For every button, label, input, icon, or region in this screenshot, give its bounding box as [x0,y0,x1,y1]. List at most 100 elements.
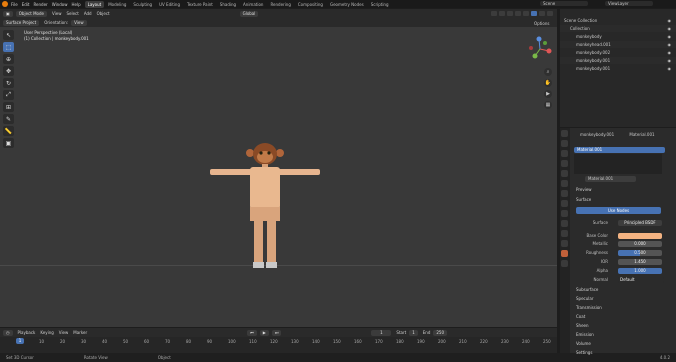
outliner-row[interactable]: monkeybody.001 ◉ [560,57,676,64]
overlay-toggle-icon[interactable] [507,11,513,16]
tool-tab-icon[interactable] [561,130,568,137]
visibility-icon[interactable] [491,11,497,16]
particles-tab-icon[interactable] [561,210,568,217]
annotate-tool-icon[interactable]: ✎ [3,114,14,124]
y-axis-icon[interactable] [532,53,538,59]
menu-keying[interactable]: Keying [40,330,53,335]
play-button[interactable]: ▶ [259,329,269,336]
scene-tab-icon[interactable] [561,170,568,177]
visibility-eye-icon[interactable]: ◉ [668,65,672,72]
x-axis-icon[interactable] [546,48,552,54]
material-slot-item[interactable]: Material.001 [574,147,665,153]
cursor-tool-icon[interactable]: ⊕ [3,54,14,64]
select-box-tool-icon[interactable]: ⬚ [3,42,14,52]
workspace-tab-compositing[interactable]: Compositing [295,1,326,8]
surface-project-toggle[interactable]: Surface Project [3,19,40,26]
base-color-swatch[interactable] [618,233,662,239]
workspace-tab-modeling[interactable]: Modeling [105,1,129,8]
visibility-eye-icon[interactable]: ◉ [668,49,672,56]
output-tab-icon[interactable] [561,150,568,157]
rotate-tool-icon[interactable]: ↻ [3,78,14,88]
preview-section[interactable]: Preview [576,187,592,192]
panel-section[interactable]: Specular [576,296,593,301]
end-frame-field[interactable]: 250 [433,329,447,336]
metallic-field[interactable]: 0.000 [618,241,662,247]
workspace-tab-rendering[interactable]: Rendering [267,1,293,8]
workspace-tab-texture-paint[interactable]: Texture Paint [184,1,216,8]
panel-section[interactable]: Subsurface [576,287,598,292]
menu-add[interactable]: Add [84,11,92,16]
physics-tab-icon[interactable] [561,220,568,227]
jump-start-button[interactable]: ⏮ [247,329,257,336]
menu-object[interactable]: Object [97,11,110,16]
material-name-field[interactable]: Material.001 [585,176,636,182]
modifier-tab-icon[interactable] [561,200,568,207]
neg-y-axis-icon[interactable] [543,41,547,45]
panel-section[interactable]: Sheen [576,323,589,328]
timeline-area[interactable]: 0102030405060708090100110120130140150160… [0,337,557,353]
zoom-icon[interactable]: ⌕ [544,68,552,76]
transform-orientation-dropdown[interactable]: Global [239,10,259,17]
xray-toggle-icon[interactable] [515,11,521,16]
shading-solid-icon[interactable] [531,11,537,16]
surface-section[interactable]: Surface [576,197,591,202]
panel-section[interactable]: Settings [576,350,592,355]
menu-marker[interactable]: Marker [73,330,87,335]
outliner-row[interactable]: Scene Collection ◉ [560,17,676,24]
panel-section[interactable]: Coat [576,314,585,319]
menu-edit[interactable]: Edit [22,2,30,7]
visibility-eye-icon[interactable]: ◉ [668,17,672,24]
texture-tab-icon[interactable] [561,260,568,267]
options-dropdown[interactable]: Options [534,21,549,26]
workspace-tab-geometry-nodes[interactable]: Geometry Nodes [327,1,367,8]
menu-select[interactable]: Select [66,11,78,16]
outliner-row[interactable]: Collection ◉ [560,25,676,32]
blender-logo-icon[interactable] [2,1,8,7]
workspace-tab-animation[interactable]: Animation [240,1,266,8]
surface-shader-field[interactable]: Principled BSDF [618,220,662,226]
menu-playback[interactable]: Playback [18,330,36,335]
neg-x-axis-icon[interactable] [529,46,533,50]
menu-render[interactable]: Render [33,2,47,7]
data-tab-icon[interactable] [561,240,568,247]
roughness-field[interactable]: 0.500 [618,250,662,256]
outliner-row[interactable]: monkeybody.002 ◉ [560,49,676,56]
transform-tool-icon[interactable]: ⊞ [3,102,14,112]
select-tool-icon[interactable]: ↖ [3,30,14,40]
pan-hand-icon[interactable]: ✋ [544,79,552,87]
playhead-frame-marker[interactable]: 1 [16,338,24,344]
normal-field[interactable]: Default [618,277,664,283]
use-nodes-button[interactable]: Use Nodes [576,207,661,214]
panel-section[interactable]: Transmission [576,305,602,310]
panel-section[interactable]: Volume [576,341,591,346]
menu-window[interactable]: Window [52,2,68,7]
scene-selector[interactable]: Scene [540,1,588,6]
visibility-eye-icon[interactable]: ◉ [668,41,672,48]
workspace-tab-sculpting[interactable]: Sculpting [130,1,155,8]
render-tab-icon[interactable] [561,140,568,147]
z-axis-icon[interactable] [536,36,542,42]
menu-help[interactable]: Help [71,2,80,7]
jump-end-button[interactable]: ⏭ [271,329,282,336]
workspace-tab-uv-editing[interactable]: UV Editing [156,1,183,8]
material-tab-icon[interactable] [561,250,568,257]
panel-section[interactable]: Emission [576,332,594,337]
ior-field[interactable]: 1.450 [618,259,662,265]
shading-wireframe-icon[interactable] [523,11,529,16]
current-frame-field[interactable]: 1 [371,329,392,336]
monkey-character-model[interactable] [205,140,330,280]
start-frame-field[interactable]: 1 [409,329,418,336]
workspace-tab-shading[interactable]: Shading [217,1,239,8]
scale-tool-icon[interactable]: ⤢ [3,90,14,100]
move-tool-icon[interactable]: ✥ [3,66,14,76]
object-tab-icon[interactable] [561,190,568,197]
menu-timeline-view[interactable]: View [59,330,69,335]
orientation-dropdown[interactable]: View [71,19,87,26]
shading-material-icon[interactable] [539,11,545,16]
measure-tool-icon[interactable]: 📏 [3,126,14,136]
outliner-row[interactable]: monkeyhead.001 ◉ [560,41,676,48]
view-layer-selector[interactable]: ViewLayer [605,1,653,6]
shading-rendered-icon[interactable] [547,11,553,16]
view-layer-tab-icon[interactable] [561,160,568,167]
navigation-gizmo[interactable] [525,34,555,64]
